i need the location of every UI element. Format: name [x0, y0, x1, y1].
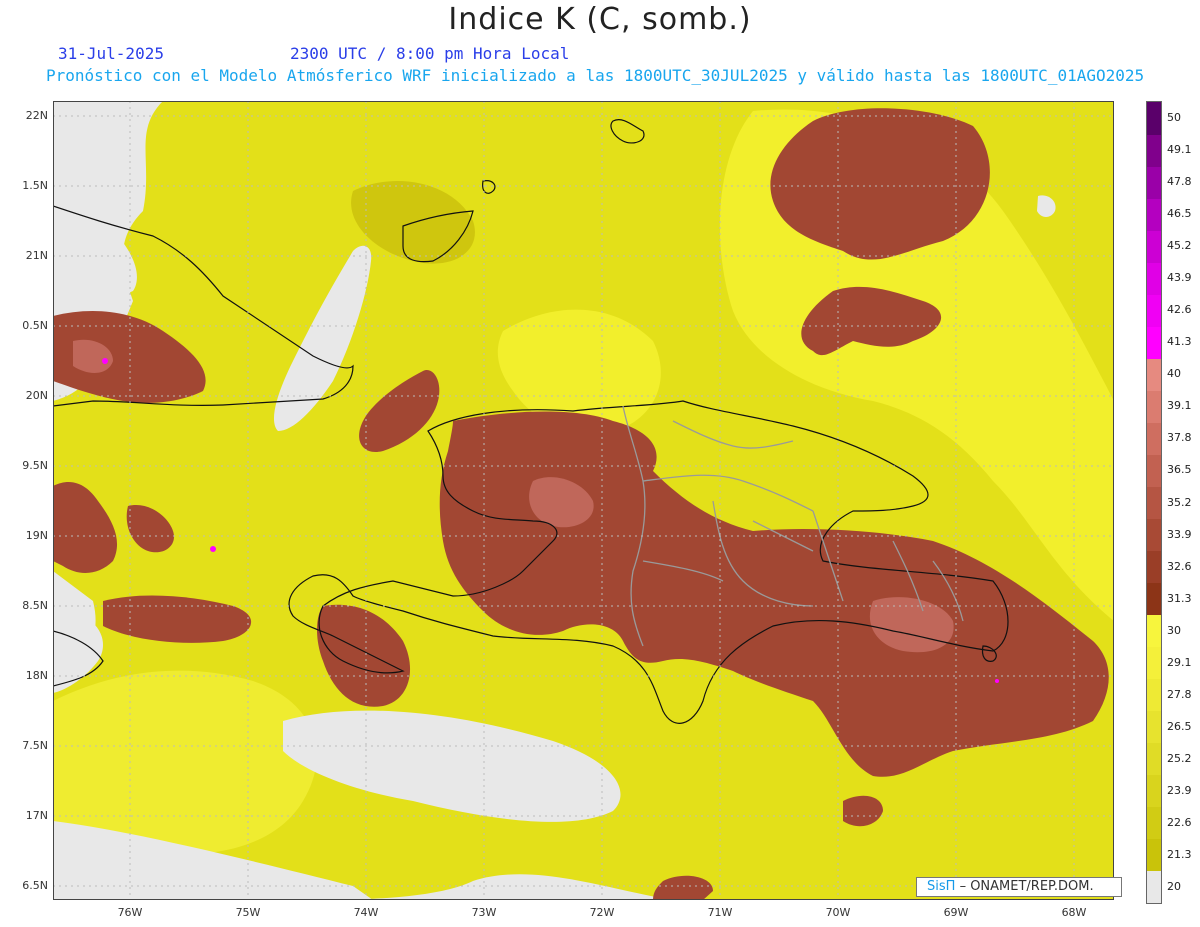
grey-region-west [53, 200, 137, 295]
legend-label: 37.8 [1167, 431, 1192, 445]
lon-tick: 74W [353, 906, 379, 919]
legend-label: 42.6 [1167, 303, 1192, 317]
lat-tick: 7.5N [22, 739, 48, 752]
bright-yellow-3 [53, 670, 317, 855]
legend-swatch [1147, 294, 1161, 327]
legend-label: 30 [1167, 623, 1181, 637]
legend-label: 31.3 [1167, 591, 1192, 605]
legend-label: 40 [1167, 367, 1181, 381]
legend-swatch [1147, 870, 1161, 904]
legend-label: 26.5 [1167, 719, 1192, 733]
credit-box: SisΠ – ONAMET/REP.DOM. [916, 877, 1122, 897]
legend-label: 25.2 [1167, 751, 1192, 765]
legend-label: 43.9 [1167, 271, 1192, 285]
forecast-info: Pronóstico con el Modelo Atmósferico WRF… [46, 66, 1145, 85]
legend-label: 33.9 [1167, 527, 1192, 541]
legend-swatch [1147, 550, 1161, 584]
legend-swatch [1147, 646, 1161, 680]
legend-label: 23.9 [1167, 783, 1192, 797]
legend-label: 36.5 [1167, 463, 1192, 477]
lon-tick: 73W [471, 906, 497, 919]
legend-swatch [1147, 358, 1161, 391]
legend-swatch [1147, 742, 1161, 776]
legend-swatch [1147, 486, 1161, 519]
map-title: Indice K (C, somb.) [448, 2, 752, 37]
legend-swatch [1147, 710, 1161, 744]
lon-tick: 68W [1061, 906, 1087, 919]
legend-label: 45.2 [1167, 239, 1192, 253]
legend-swatch [1147, 678, 1161, 712]
lat-tick: 20N [25, 389, 48, 402]
lat-tick: 21N [25, 249, 48, 262]
legend-label: 32.6 [1167, 559, 1192, 573]
legend-swatch [1147, 806, 1161, 840]
lat-tick: 18N [25, 669, 48, 682]
legend-swatch [1147, 326, 1161, 359]
lat-tick: 9.5N [22, 459, 48, 472]
legend-label: 50 [1167, 111, 1181, 125]
k-index-field [53, 101, 1114, 900]
lat-tick: 17N [25, 809, 48, 822]
legend-swatch [1147, 134, 1161, 167]
legend-swatch [1147, 422, 1161, 455]
legend-swatch [1147, 230, 1161, 263]
lat-tick: 0.5N [22, 319, 48, 332]
legend-swatch [1147, 454, 1161, 487]
legend-swatch [1147, 582, 1161, 616]
lon-tick: 71W [707, 906, 733, 919]
map-area[interactable] [53, 101, 1114, 900]
legend-label: 41.3 [1167, 335, 1192, 349]
legend-swatch [1147, 262, 1161, 295]
legend-swatch [1147, 166, 1161, 199]
legend-swatch [1147, 838, 1161, 872]
legend-label: 20 [1167, 879, 1181, 893]
valid-date: 31-Jul-2025 [58, 44, 164, 63]
lat-tick: 6.5N [22, 879, 48, 892]
lon-tick: 69W [943, 906, 969, 919]
legend-label: 29.1 [1167, 655, 1192, 669]
legend-swatch [1147, 518, 1161, 552]
credit-text: – ONAMET/REP.DOM. [959, 879, 1094, 894]
legend-label: 21.3 [1167, 847, 1192, 861]
legend-swatch [1147, 614, 1161, 648]
lon-tick: 72W [589, 906, 615, 919]
valid-time: 2300 UTC / 8:00 pm Hora Local [290, 44, 570, 63]
legend-swatch [1147, 774, 1161, 808]
sispi-logo: SisΠ [927, 879, 956, 894]
legend-label: 49.1 [1167, 143, 1192, 157]
legend-label: 39.1 [1167, 399, 1192, 413]
lon-tick: 75W [235, 906, 261, 919]
legend-label: 46.5 [1167, 207, 1192, 221]
legend-swatch [1147, 390, 1161, 423]
legend-label: 27.8 [1167, 687, 1192, 701]
legend-label: 22.6 [1167, 815, 1192, 829]
lat-tick: 19N [25, 529, 48, 542]
lat-tick: 1.5N [22, 179, 48, 192]
lat-tick: 8.5N [22, 599, 48, 612]
legend-swatch [1147, 198, 1161, 231]
color-legend [1146, 101, 1162, 904]
lon-tick: 76W [117, 906, 143, 919]
legend-label: 47.8 [1167, 175, 1192, 189]
lat-tick: 22N [25, 109, 48, 122]
legend-swatch [1147, 102, 1161, 135]
lon-tick: 70W [825, 906, 851, 919]
legend-label: 35.2 [1167, 495, 1192, 509]
